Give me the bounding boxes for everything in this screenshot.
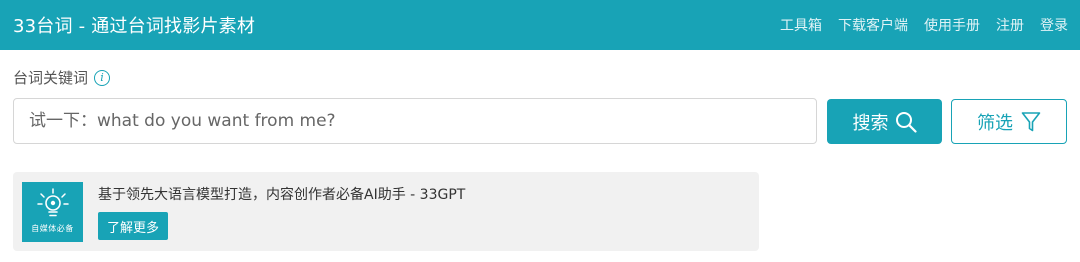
learn-more-button[interactable]: 了解更多: [98, 212, 168, 240]
search-button[interactable]: 搜索: [827, 99, 942, 144]
filter-icon: [1021, 111, 1041, 131]
nav-login[interactable]: 登录: [1040, 15, 1068, 35]
brand-title[interactable]: 33台词 - 通过台词找影片素材: [13, 12, 255, 38]
ad-banner: 自媒体必备 基于领先大语言模型打造，内容创作者必备AI助手 - 33GPT 了解…: [13, 172, 759, 251]
filter-button-label: 筛选: [977, 112, 1013, 134]
search-input[interactable]: [13, 98, 817, 144]
top-nav: 工具箱 下载客户端 使用手册 注册 登录: [764, 15, 1068, 35]
nav-user-manual[interactable]: 使用手册: [924, 15, 980, 35]
top-bar: 33台词 - 通过台词找影片素材 工具箱 下载客户端 使用手册 注册 登录: [0, 0, 1080, 50]
keyword-label-row: 台词关键词 i: [13, 67, 111, 88]
nav-toolbox[interactable]: 工具箱: [780, 15, 822, 35]
filter-button[interactable]: 筛选: [951, 99, 1067, 144]
lightbulb-icon: [36, 188, 69, 217]
info-icon[interactable]: i: [94, 69, 111, 86]
search-icon: [895, 111, 917, 133]
ad-title[interactable]: 基于领先大语言模型打造，内容创作者必备AI助手 - 33GPT: [98, 184, 465, 204]
ad-logo-caption: 自媒体必备: [31, 224, 74, 233]
nav-download-client[interactable]: 下载客户端: [838, 15, 908, 35]
keyword-label: 台词关键词: [13, 69, 89, 87]
search-button-label: 搜索: [852, 112, 889, 134]
nav-register[interactable]: 注册: [996, 15, 1024, 35]
ad-logo: 自媒体必备: [22, 182, 83, 242]
